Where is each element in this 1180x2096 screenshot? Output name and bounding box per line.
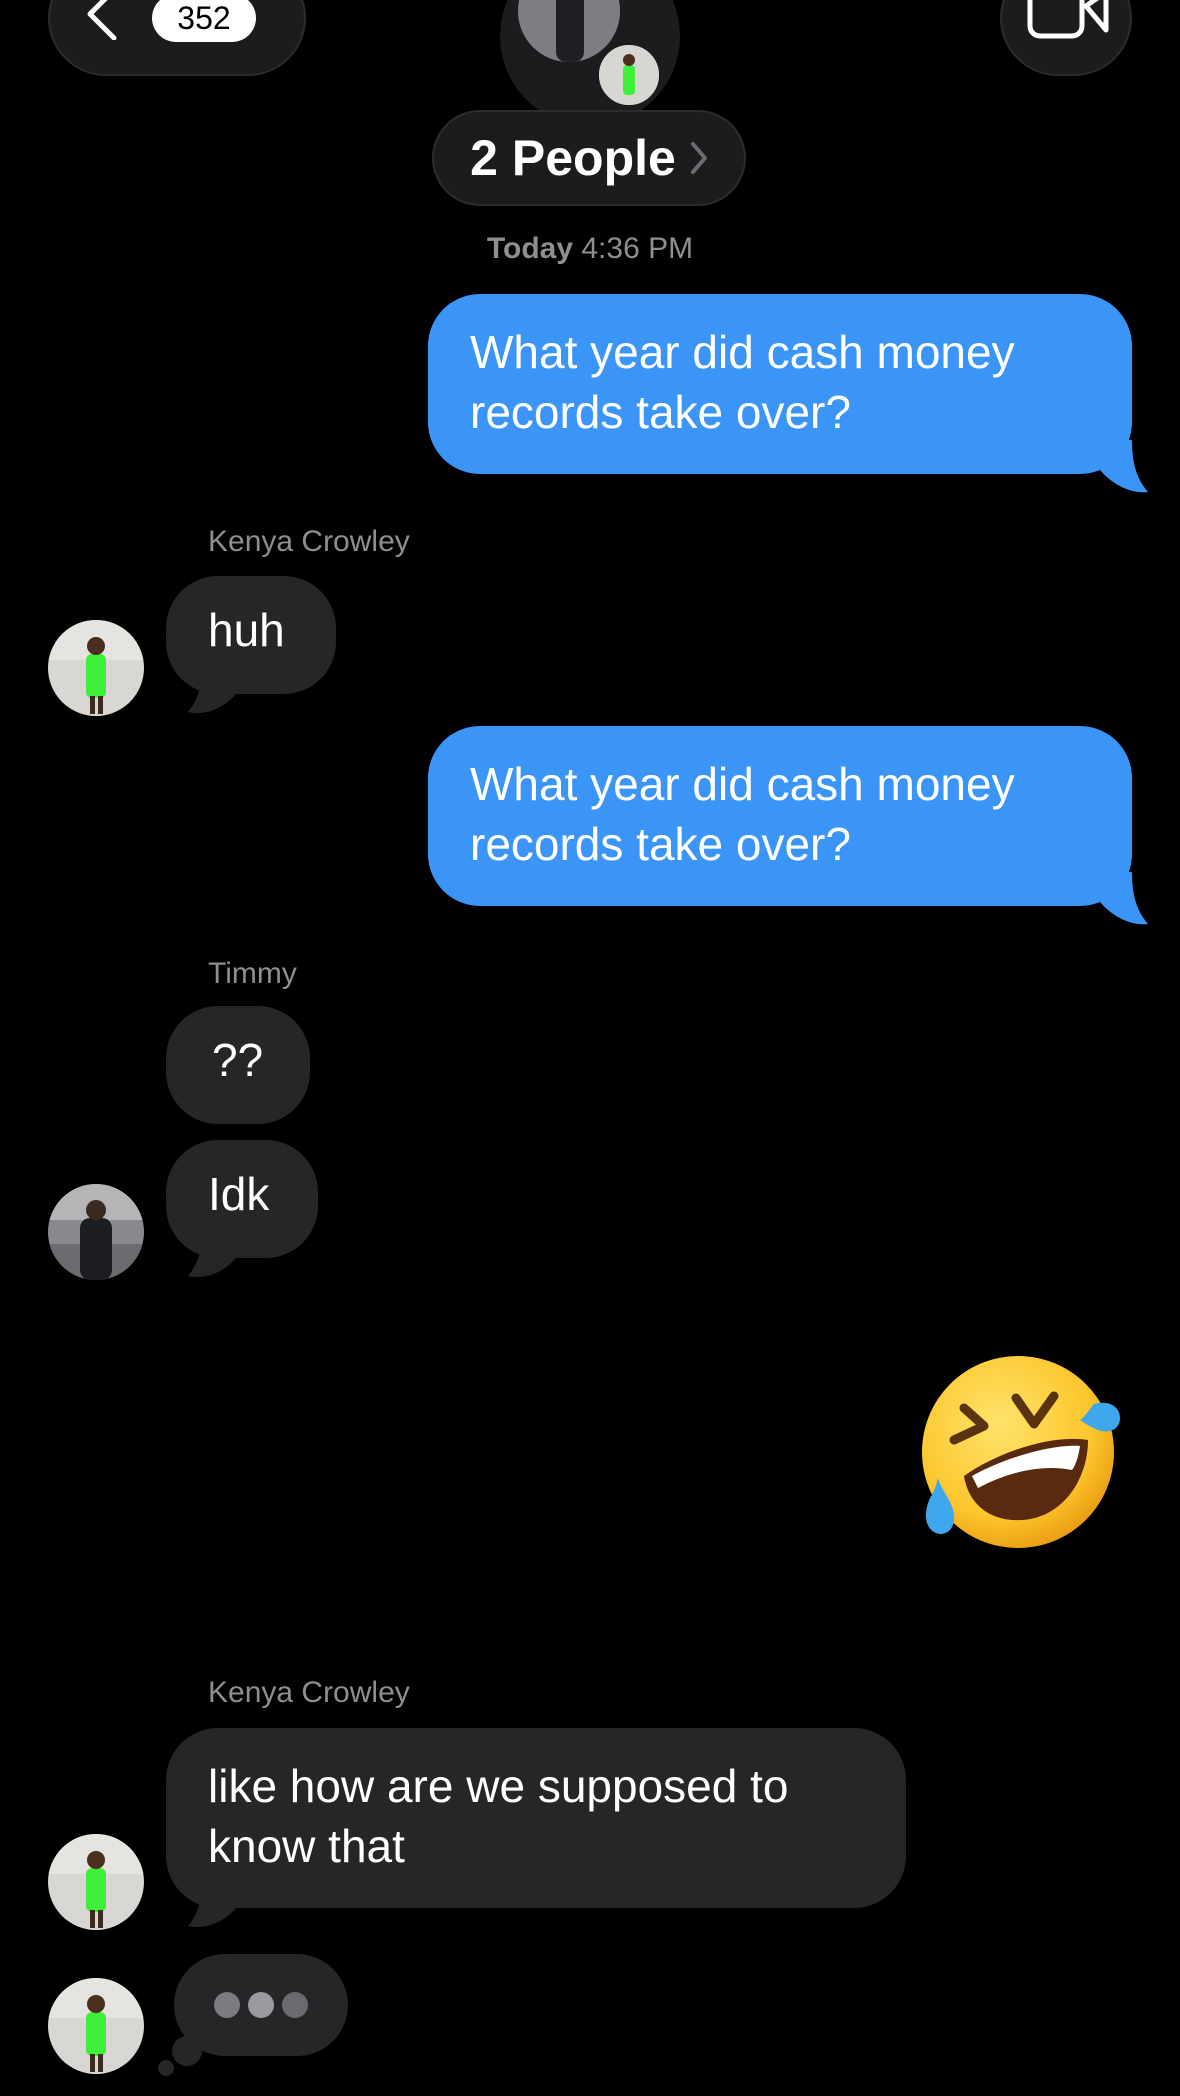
message-text: know that (208, 1820, 405, 1872)
typing-dot (248, 1992, 274, 2018)
timestamp-time: 4:36 PM (581, 232, 694, 265)
sender-name: Kenya Crowley (208, 1676, 410, 1709)
bubble-tail (188, 1234, 240, 1278)
avatar (596, 42, 662, 108)
message-text: Idk (208, 1168, 270, 1220)
typing-dot (214, 1992, 240, 2018)
unread-count-badge: 352 (152, 0, 256, 42)
message-text: What year did cash money (470, 326, 1015, 378)
bubble-tail (188, 670, 240, 714)
timestamp: Today 4:36 PM (0, 232, 1180, 266)
message-text: What year did cash money (470, 758, 1015, 810)
timestamp-day: Today (486, 232, 574, 265)
incoming-message-bubble[interactable]: like how are we supposed to know that (166, 1728, 906, 1908)
incoming-message-bubble[interactable]: ?? (166, 1006, 310, 1124)
typing-bubble-tail (172, 2036, 202, 2066)
laughing-emoji-icon[interactable] (912, 1348, 1124, 1560)
typing-indicator (174, 1954, 348, 2056)
typing-bubble-tail (158, 2060, 174, 2076)
avatar[interactable] (48, 1834, 144, 1930)
group-details-button[interactable]: 2 People (432, 110, 746, 206)
bubble-tail (188, 1884, 240, 1928)
message-text: records take over? (470, 818, 851, 870)
avatar[interactable] (48, 1184, 144, 1280)
avatar[interactable] (48, 1978, 144, 2074)
message-text: records take over? (470, 386, 851, 438)
sender-name: Kenya Crowley (208, 525, 410, 558)
message-text: ?? (212, 1034, 264, 1086)
outgoing-message-bubble[interactable]: What year did cash money records take ov… (428, 294, 1132, 474)
avatar[interactable] (48, 620, 144, 716)
bubble-tail (1096, 440, 1148, 493)
bubble-tail (1096, 872, 1148, 925)
group-name: 2 People (470, 130, 676, 186)
outgoing-message-bubble[interactable]: What year did cash money records take ov… (428, 726, 1132, 906)
typing-dot (282, 1992, 308, 2018)
sender-name: Timmy (208, 957, 297, 990)
video-camera-icon[interactable] (1026, 0, 1110, 40)
message-text: huh (208, 604, 285, 656)
chevron-right-icon (690, 142, 707, 174)
chevron-left-icon[interactable] (80, 0, 120, 40)
message-text: like how are we supposed to (208, 1760, 789, 1812)
